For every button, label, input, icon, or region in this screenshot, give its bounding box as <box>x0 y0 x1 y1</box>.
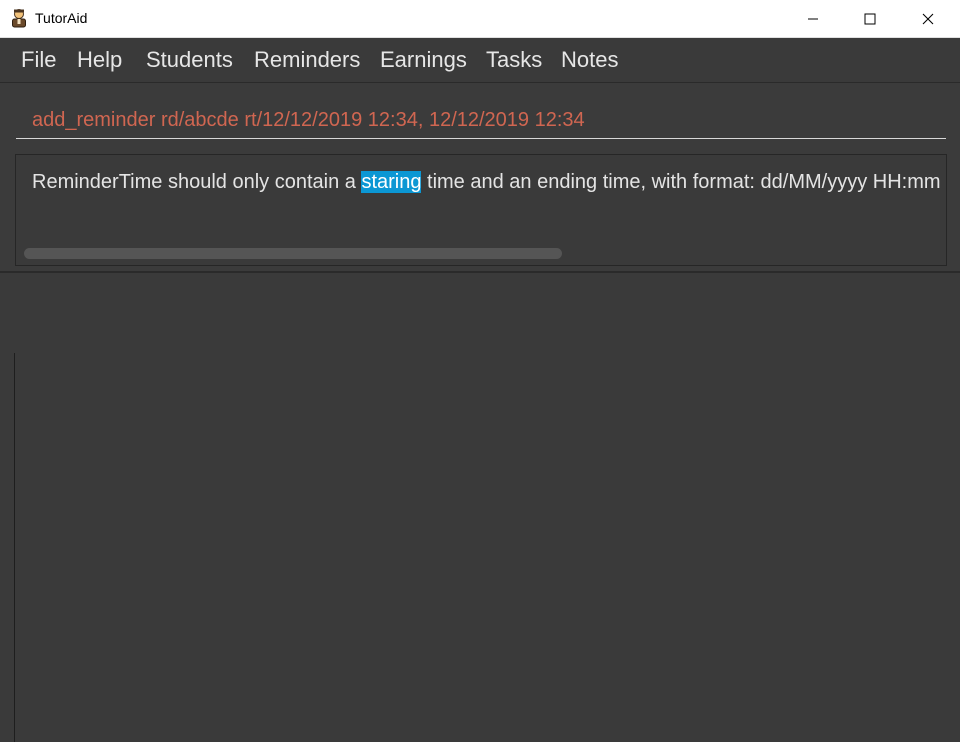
menu-notes[interactable]: Notes <box>561 47 618 73</box>
menu-bar: File Help Students Reminders Earnings Ta… <box>0 38 960 83</box>
command-input[interactable] <box>16 91 946 139</box>
result-message: ReminderTime should only contain a stari… <box>32 167 941 197</box>
list-panel-border <box>14 353 15 742</box>
menu-students[interactable]: Students <box>146 47 233 73</box>
tutor-avatar-icon <box>12 9 26 28</box>
title-bar: TutorAid <box>0 0 960 38</box>
close-icon <box>922 13 934 25</box>
menu-file[interactable]: File <box>21 47 56 73</box>
menu-earnings[interactable]: Earnings <box>380 47 467 73</box>
horizontal-scrollbar[interactable] <box>24 248 562 259</box>
menu-reminders[interactable]: Reminders <box>254 47 360 73</box>
result-text-after: time and an ending time, with format: dd… <box>421 171 941 193</box>
close-button[interactable] <box>899 0 957 38</box>
result-display[interactable]: ReminderTime should only contain a stari… <box>15 154 947 266</box>
command-box <box>0 83 960 147</box>
window-title: TutorAid <box>35 10 88 26</box>
menu-help[interactable]: Help <box>77 47 122 73</box>
main-list-panel <box>0 273 960 742</box>
app-window: TutorAid File Help Students Reminders Ea… <box>0 0 960 742</box>
result-text-before: ReminderTime should only contain a <box>32 171 362 193</box>
maximize-icon <box>864 13 876 25</box>
minimize-icon <box>808 18 818 20</box>
result-text-highlight: staring <box>361 171 422 193</box>
menu-tasks[interactable]: Tasks <box>486 47 542 73</box>
minimize-button[interactable] <box>784 0 842 38</box>
maximize-button[interactable] <box>841 0 899 38</box>
